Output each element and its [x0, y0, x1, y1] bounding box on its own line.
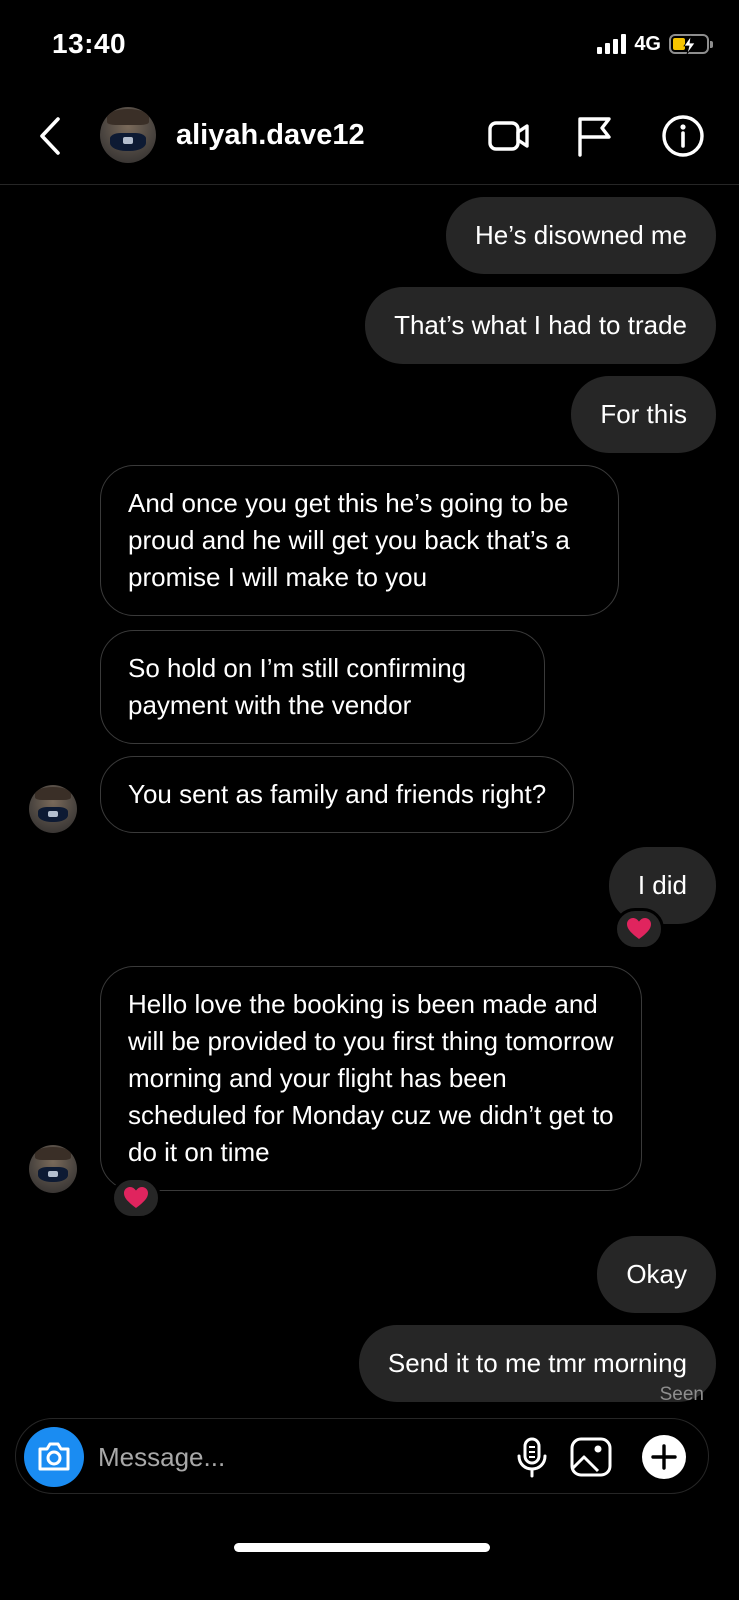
more-options-button[interactable] [640, 1433, 688, 1481]
gallery-icon [570, 1437, 612, 1477]
info-icon [662, 115, 704, 157]
video-call-icon [488, 121, 529, 151]
message-received[interactable]: You sent as family and friends right? [100, 756, 575, 833]
gallery-button[interactable] [569, 1435, 613, 1479]
message-received[interactable]: And once you get this he’s going to be p… [100, 465, 619, 616]
message-reaction[interactable] [111, 1177, 161, 1219]
chevron-left-icon [40, 117, 60, 155]
camera-button[interactable] [24, 1427, 84, 1487]
message-received[interactable]: So hold on I’m still confirming payment … [100, 630, 545, 744]
microphone-icon [517, 1437, 547, 1478]
sender-avatar[interactable] [29, 1145, 77, 1193]
status-time: 13:40 [52, 28, 127, 59]
chat-header: aliyah.dave12 [0, 95, 739, 185]
seen-status: Seen [659, 1384, 704, 1405]
message-composer [15, 1418, 709, 1494]
message-input[interactable] [98, 1435, 478, 1479]
message-sent[interactable]: For this [571, 376, 716, 453]
chat-username[interactable]: aliyah.dave12 [176, 119, 365, 152]
report-button[interactable] [572, 113, 618, 159]
message-reaction[interactable] [614, 908, 664, 950]
header-avatar[interactable] [100, 107, 156, 163]
message-sent[interactable]: That’s what I had to trade [365, 287, 716, 364]
heart-icon [124, 1187, 148, 1208]
flag-icon [578, 117, 611, 157]
heart-icon [627, 918, 651, 939]
status-indicators: 4G [597, 30, 713, 58]
message-sent[interactable]: Okay [597, 1236, 716, 1313]
info-button[interactable] [660, 113, 706, 159]
video-call-button[interactable] [486, 113, 532, 159]
home-indicator[interactable] [234, 1543, 490, 1552]
back-button[interactable] [34, 113, 70, 159]
voice-message-button[interactable] [510, 1435, 554, 1479]
signal-icon [597, 34, 627, 54]
sender-avatar[interactable] [29, 785, 77, 833]
camera-icon [38, 1442, 70, 1471]
message-received[interactable]: Hello love the booking is been made and … [100, 966, 642, 1191]
message-sent[interactable]: He’s disowned me [446, 197, 716, 274]
battery-icon [669, 34, 713, 55]
plus-icon [642, 1435, 686, 1479]
network-type: 4G [634, 32, 661, 55]
